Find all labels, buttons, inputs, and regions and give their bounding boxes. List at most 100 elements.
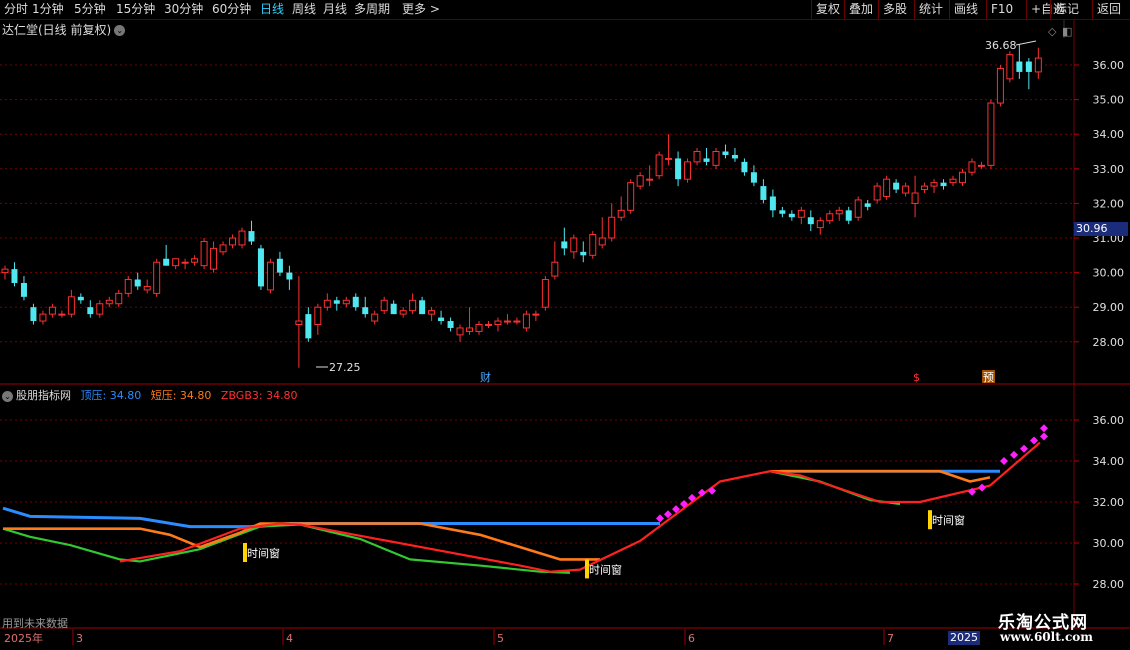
candle-body-up (67, 296, 75, 315)
candle-body-up (191, 258, 199, 263)
candle-body-up (513, 320, 521, 323)
candle-body-up (428, 310, 436, 315)
candle-body-down (305, 314, 312, 339)
candle-body-down (248, 231, 255, 242)
candle-body-up (627, 182, 635, 211)
candle-body-up (797, 209, 805, 218)
date-label: 4 (286, 632, 293, 645)
candle-body-up (105, 299, 113, 305)
candle-body-up (854, 199, 862, 218)
watermark-url: www.60lt.com (1000, 630, 1093, 644)
candle-body-up (541, 279, 549, 308)
short-pressure-line (3, 522, 600, 561)
candle-body-down (940, 182, 947, 187)
signal-dot (1030, 436, 1038, 445)
candle-body-down (1025, 61, 1032, 72)
candle-body-down (750, 172, 757, 183)
candle-body-up (589, 234, 597, 256)
candle-body-up (636, 175, 644, 187)
candle-body-up (115, 292, 123, 305)
candle-body-up (238, 230, 246, 246)
candle-body-up (665, 157, 673, 160)
diamond-icon: ◇ (1048, 25, 1057, 38)
candle-body-up (210, 247, 218, 270)
candle-body-up (1, 268, 9, 274)
candle-body-down (77, 296, 84, 301)
candle-body-down (438, 317, 445, 322)
current-price-badge: 30.96 (1074, 222, 1128, 236)
candle-body-up (96, 303, 104, 315)
price-tick-label: 35.00 (1093, 94, 1125, 107)
candle-body-up (39, 313, 47, 322)
forecast-marker: 预 (983, 371, 994, 384)
candle-body-down (769, 196, 776, 211)
indicator-tick-label: 30.00 (1093, 537, 1125, 550)
candle-body-down (760, 186, 767, 200)
candle-body-up (484, 324, 492, 326)
dividend-marker: $ (913, 371, 920, 384)
candle-body-up (143, 285, 151, 291)
candle-body-up (646, 178, 654, 181)
date-label: 5 (497, 632, 504, 645)
candle-body-down (864, 203, 871, 207)
candle-body-up (475, 324, 483, 332)
price-tick-label: 36.00 (1093, 59, 1125, 72)
candle-body-up (996, 67, 1004, 104)
candle-body-down (788, 213, 795, 218)
candle-body-down (362, 307, 369, 315)
candle-body-down (779, 210, 786, 214)
candle-body-up (883, 178, 891, 197)
candle-body-down (390, 303, 397, 315)
candle-body-down (580, 251, 587, 256)
price-tick-label: 29.00 (1093, 301, 1125, 314)
signal-dot (978, 483, 986, 492)
signal-dot (1040, 432, 1048, 441)
low-price-label: 27.25 (329, 361, 361, 374)
candle-body-up (456, 327, 464, 336)
candle-body-up (323, 299, 331, 308)
candle-body-up (949, 178, 957, 184)
time-window-label: 时间窗 (589, 562, 622, 576)
candle-body-up (48, 306, 56, 315)
panel-icon: ◧ (1062, 25, 1072, 38)
candle-body-down (87, 307, 94, 315)
candle-body-up (987, 102, 995, 166)
signal-dot (656, 514, 664, 523)
candle-body-down (447, 321, 454, 328)
candle-body-up (266, 261, 274, 291)
indicator-tick-label: 28.00 (1093, 578, 1125, 591)
date-label: 3 (76, 632, 83, 645)
candle-body-up (570, 237, 578, 253)
candle-body-up (503, 320, 511, 323)
candle-body-down (561, 241, 568, 249)
candle-body-up (342, 299, 350, 305)
candle-body-up (608, 216, 616, 239)
candle-body-down (257, 248, 264, 287)
candle-body-down (20, 282, 27, 297)
candle-body-up (295, 320, 303, 326)
candle-body-down (722, 151, 729, 155)
candle-body-up (816, 220, 824, 229)
candle-body-down (741, 161, 748, 173)
candle-body-down (286, 272, 293, 280)
kline-chart[interactable]: ◇ ◧36.0035.0034.0033.0032.0031.0030.0029.… (0, 0, 1130, 650)
candle-body-up (598, 237, 606, 246)
candle-body-up (835, 209, 843, 215)
price-tick-label: 30.00 (1093, 267, 1125, 280)
candle-body-down (163, 258, 170, 266)
candle-body-up (172, 258, 180, 267)
high-arrow-line (1015, 40, 1037, 46)
candle-body-down (1016, 61, 1023, 72)
price-tick-label: 33.00 (1093, 163, 1125, 176)
candle-body-up (693, 151, 701, 163)
candle-body-up (977, 164, 985, 167)
candle-body-up (958, 171, 966, 184)
candle-body-down (845, 210, 852, 221)
candle-body-up (712, 151, 720, 166)
candle-body-down (276, 258, 283, 273)
candle-body-up (124, 279, 132, 294)
price-tick-label: 28.00 (1093, 336, 1125, 349)
candle-body-up (655, 154, 663, 177)
support-line (2, 523, 571, 574)
year-badge: 2025 (948, 631, 980, 645)
